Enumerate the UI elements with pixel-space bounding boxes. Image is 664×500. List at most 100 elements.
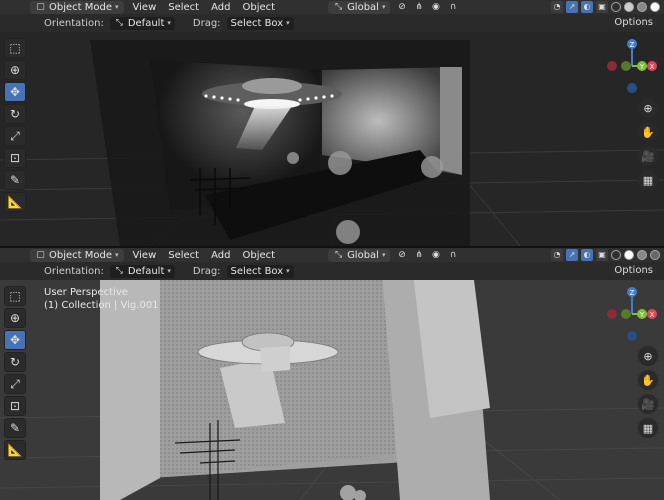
navigation-gizmo[interactable]: Z X Y [604,36,660,96]
transform-tool[interactable]: ⊡ [4,396,26,416]
hand-icon: ✋ [641,373,655,387]
falloff-icon[interactable]: ∩ [447,2,458,13]
gizmo-toggle-icon[interactable]: ↗ [566,249,578,261]
drag-dropdown[interactable]: Select Box ▾ [226,16,294,30]
gizmo-x-label: X [650,63,655,71]
snap-icon[interactable]: ⋔ [413,2,424,13]
pivot-icon[interactable]: ⊘ [396,250,407,261]
wireframe-shading-icon[interactable] [611,2,621,12]
global-axes-icon: ⤡ [334,1,343,12]
measure-tool[interactable]: 📐 [4,440,26,460]
scene-solid-grey[interactable] [0,248,664,500]
orientation-label: Orientation: [44,265,104,277]
material-shading-icon[interactable] [637,250,647,260]
gizmo-toggle-icon[interactable]: ↗ [566,1,578,13]
menu-view[interactable]: View [130,250,160,261]
mode-selector[interactable]: ▢ Object Mode ▾ [30,248,124,262]
xray-icon[interactable]: ▣ [596,1,608,13]
select-box-icon: ⬚ [9,289,21,303]
orientation-icon: ⤡ [115,265,123,276]
chevron-down-icon: ▾ [167,266,171,275]
rotate-icon: ↻ [9,355,21,369]
chevron-down-icon: ▾ [115,250,119,259]
overlay-toggle-icon[interactable]: ◐ [581,1,593,13]
pencil-icon: ✎ [9,421,21,435]
camera-icon: 🎥 [641,149,655,163]
menu-select[interactable]: Select [165,2,202,13]
pan-button[interactable]: ✋ [638,370,658,390]
orientation-dropdown[interactable]: ⤡ Default ▾ [109,16,175,30]
rotate-icon: ↻ [9,107,21,121]
drag-label: Drag: [192,265,221,277]
scene-render-dark[interactable] [0,0,664,246]
falloff-icon[interactable]: ∩ [447,250,458,261]
zoom-button[interactable]: ⊕ [638,346,658,366]
options-button[interactable]: Options [611,265,656,276]
annotate-tool[interactable]: ✎ [4,170,26,190]
annotate-tool[interactable]: ✎ [4,418,26,438]
ortho-toggle-button[interactable]: ▦ [638,170,658,190]
ruler-icon: 📐 [7,195,23,209]
gizmo-center [621,61,631,71]
overlay-toggle-icon[interactable]: ◐ [581,249,593,261]
gizmo-y-label: Y [639,311,645,319]
menu-object[interactable]: Object [239,2,278,13]
transform-orientation-dropdown[interactable]: ⤡ Global ▾ [328,0,391,14]
measure-tool[interactable]: 📐 [4,192,26,212]
camera-view-button[interactable]: 🎥 [638,146,658,166]
move-tool[interactable]: ✥ [4,82,26,102]
select-box-tool[interactable]: ⬚ [4,38,26,58]
proportional-edit-icon[interactable]: ◉ [430,2,441,13]
options-button[interactable]: Options [611,17,656,28]
grid-icon: ▦ [642,173,654,187]
menu-add[interactable]: Add [208,250,233,261]
pivot-icon[interactable]: ⊘ [396,2,407,13]
object-mode-icon: ▢ [36,1,45,12]
pan-button[interactable]: ✋ [638,122,658,142]
solid-shading-icon[interactable] [624,2,634,12]
viewport-top[interactable]: ▢ Object Mode ▾ View Select Add Object ⤡… [0,0,664,246]
zoom-button[interactable]: ⊕ [638,98,658,118]
scale-tool[interactable]: ⤢ [4,126,26,146]
chevron-down-icon: ▾ [381,250,386,259]
ruler-icon: 📐 [7,443,23,457]
move-tool[interactable]: ✥ [4,330,26,350]
viewport-bottom[interactable]: ▢ Object Mode ▾ View Select Add Object ⤡… [0,246,664,500]
orientation-dropdown[interactable]: ⤡ Default ▾ [109,264,175,278]
snap-icon[interactable]: ⋔ [413,250,424,261]
visibility-icon[interactable]: ◔ [551,249,563,261]
proportional-edit-icon[interactable]: ◉ [430,250,441,261]
navigation-buttons: ⊕ ✋ 🎥 ▦ [638,98,658,190]
hand-icon: ✋ [641,125,655,139]
rotate-tool[interactable]: ↻ [4,352,26,372]
camera-view-button[interactable]: 🎥 [638,394,658,414]
gizmo-x-label: X [650,311,655,319]
cursor-tool[interactable]: ⊕ [4,60,26,80]
rotate-tool[interactable]: ↻ [4,104,26,124]
chevron-down-icon: ▾ [167,18,171,27]
xray-icon[interactable]: ▣ [596,249,608,261]
navigation-gizmo[interactable]: Z X Y [604,284,660,344]
wireframe-shading-icon[interactable] [611,250,621,260]
rendered-shading-icon[interactable] [650,250,660,260]
material-shading-icon[interactable] [637,2,647,12]
cursor-tool[interactable]: ⊕ [4,308,26,328]
drag-dropdown[interactable]: Select Box ▾ [226,264,294,278]
mode-selector[interactable]: ▢ Object Mode ▾ [30,0,124,14]
menu-select[interactable]: Select [165,250,202,261]
solid-shading-icon[interactable] [624,250,634,260]
select-box-tool[interactable]: ⬚ [4,286,26,306]
global-axes-icon: ⤡ [334,249,343,260]
rendered-shading-icon[interactable] [650,2,660,12]
toolbar: ⬚ ⊕ ✥ ↻ ⤢ ⊡ ✎ 📐 [4,286,30,460]
menu-add[interactable]: Add [208,2,233,13]
menu-view[interactable]: View [130,2,160,13]
ortho-toggle-button[interactable]: ▦ [638,418,658,438]
transform-orientation-dropdown[interactable]: ⤡ Global ▾ [328,248,391,262]
visibility-icon[interactable]: ◔ [551,1,563,13]
menu-object[interactable]: Object [239,250,278,261]
gizmo-z-label: Z [630,289,635,297]
scale-tool[interactable]: ⤢ [4,374,26,394]
tool-settings-bar: Orientation: ⤡ Default ▾ Drag: Select Bo… [0,262,664,280]
transform-tool[interactable]: ⊡ [4,148,26,168]
